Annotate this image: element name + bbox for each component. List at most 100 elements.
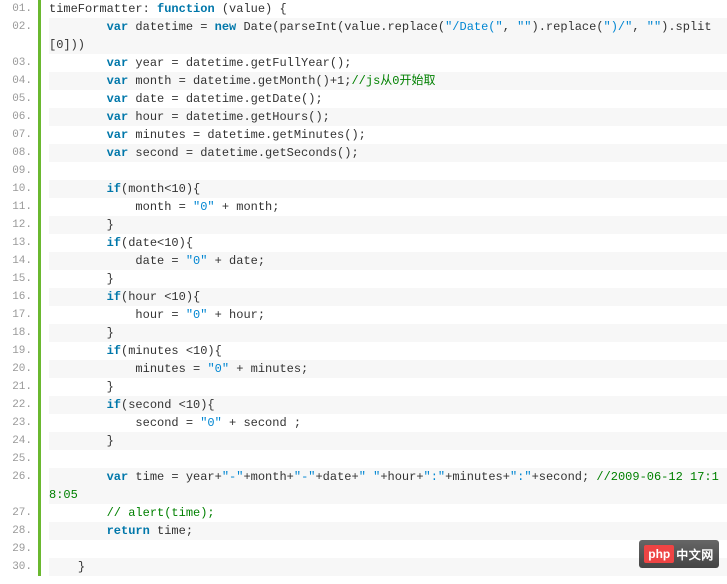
code-line: var hour = datetime.getHours(); [49, 108, 727, 126]
token-plain: } [49, 218, 114, 232]
line-number: 05. [0, 90, 32, 108]
token-plain: time = year+ [128, 470, 222, 484]
line-number: 30. [0, 558, 32, 576]
token-plain: } [49, 326, 114, 340]
code-line: var minutes = datetime.getMinutes(); [49, 126, 727, 144]
token-plain: second = datetime.getSeconds(); [128, 146, 358, 160]
line-number: 18. [0, 324, 32, 342]
token-plain: hour = [49, 308, 186, 322]
token-plain: } [49, 560, 85, 574]
code-line: if(minutes <10){ [49, 342, 727, 360]
code-text [49, 162, 727, 180]
token-string: "-" [222, 470, 244, 484]
token-plain [49, 470, 107, 484]
token-string: "0" [193, 200, 215, 214]
line-number: 27. [0, 504, 32, 522]
code-text: if(hour <10){ [49, 288, 727, 306]
code-content[interactable]: timeFormatter: function (value) { var da… [41, 0, 727, 576]
code-line: } [49, 324, 727, 342]
line-number: 12. [0, 216, 32, 234]
code-line: var date = datetime.getDate(); [49, 90, 727, 108]
token-plain [49, 542, 56, 556]
line-number: 03. [0, 54, 32, 72]
code-line: if(hour <10){ [49, 288, 727, 306]
line-number: 23. [0, 414, 32, 432]
token-string: "/Date(" [445, 20, 503, 34]
token-plain [49, 146, 107, 160]
code-text: second = "0" + second ; [49, 414, 727, 432]
token-string: ")/" [604, 20, 633, 34]
token-plain: date = datetime.getDate(); [128, 92, 322, 106]
line-number: 29. [0, 540, 32, 558]
token-plain: minutes = [49, 362, 207, 376]
token-string: "0" [186, 254, 208, 268]
token-plain: } [49, 380, 114, 394]
line-number: 10. [0, 180, 32, 198]
code-text: } [49, 378, 727, 396]
token-string: "" [647, 20, 661, 34]
token-keyword: var [107, 110, 129, 124]
line-number-gutter: 01.02.03.04.05.06.07.08.09.10.11.12.13.1… [0, 0, 38, 576]
token-plain: } [49, 272, 114, 286]
line-number: 21. [0, 378, 32, 396]
code-line: timeFormatter: function (value) { [49, 0, 727, 18]
code-text: var year = datetime.getFullYear(); [49, 54, 727, 72]
token-plain: + month; [215, 200, 280, 214]
code-line: second = "0" + second ; [49, 414, 727, 432]
line-number: 26. [0, 468, 32, 504]
line-number: 11. [0, 198, 32, 216]
token-string: "0" [207, 362, 229, 376]
token-plain: ).replace( [532, 20, 604, 34]
token-comment: // alert(time); [107, 506, 215, 520]
token-keyword: var [107, 128, 129, 142]
line-number: 01. [0, 0, 32, 18]
token-plain: month = [49, 200, 193, 214]
token-plain: + hour; [207, 308, 265, 322]
code-text: timeFormatter: function (value) { [49, 0, 727, 18]
line-number: 15. [0, 270, 32, 288]
code-line: month = "0" + month; [49, 198, 727, 216]
token-plain [49, 20, 107, 34]
token-plain [49, 506, 107, 520]
line-number: 16. [0, 288, 32, 306]
token-plain: (hour <10){ [121, 290, 200, 304]
token-plain: minutes = datetime.getMinutes(); [128, 128, 366, 142]
token-plain: month = datetime.getMonth()+1; [128, 74, 351, 88]
token-string: "" [517, 20, 531, 34]
line-number: 02. [0, 18, 32, 54]
token-plain: +minutes+ [445, 470, 510, 484]
code-text: var minutes = datetime.getMinutes(); [49, 126, 727, 144]
token-plain: (value) { [215, 2, 287, 16]
code-line [49, 540, 727, 558]
token-keyword: var [107, 92, 129, 106]
code-text [49, 540, 727, 558]
token-keyword: new [215, 20, 237, 34]
token-plain [49, 344, 107, 358]
code-text: } [49, 216, 727, 234]
code-text: if(month<10){ [49, 180, 727, 198]
token-plain [49, 182, 107, 196]
code-text: if(second <10){ [49, 396, 727, 414]
token-string: ":" [424, 470, 446, 484]
token-plain [49, 128, 107, 142]
token-keyword: return [107, 524, 150, 538]
token-plain: + minutes; [229, 362, 308, 376]
token-plain: , [632, 20, 646, 34]
token-keyword: if [107, 182, 121, 196]
line-number: 04. [0, 72, 32, 90]
token-string: "-" [294, 470, 316, 484]
code-text: } [49, 324, 727, 342]
code-text: return time; [49, 522, 727, 540]
token-keyword: var [107, 20, 129, 34]
code-text: var hour = datetime.getHours(); [49, 108, 727, 126]
token-string: ":" [510, 470, 532, 484]
token-plain: + date; [207, 254, 265, 268]
token-keyword: var [107, 56, 129, 70]
code-line: } [49, 378, 727, 396]
token-plain: year = datetime.getFullYear(); [128, 56, 351, 70]
token-plain: +month+ [243, 470, 293, 484]
code-line: } [49, 558, 727, 576]
code-text: var month = datetime.getMonth()+1;//js从0… [49, 72, 727, 90]
token-plain: hour = datetime.getHours(); [128, 110, 330, 124]
code-line: } [49, 270, 727, 288]
